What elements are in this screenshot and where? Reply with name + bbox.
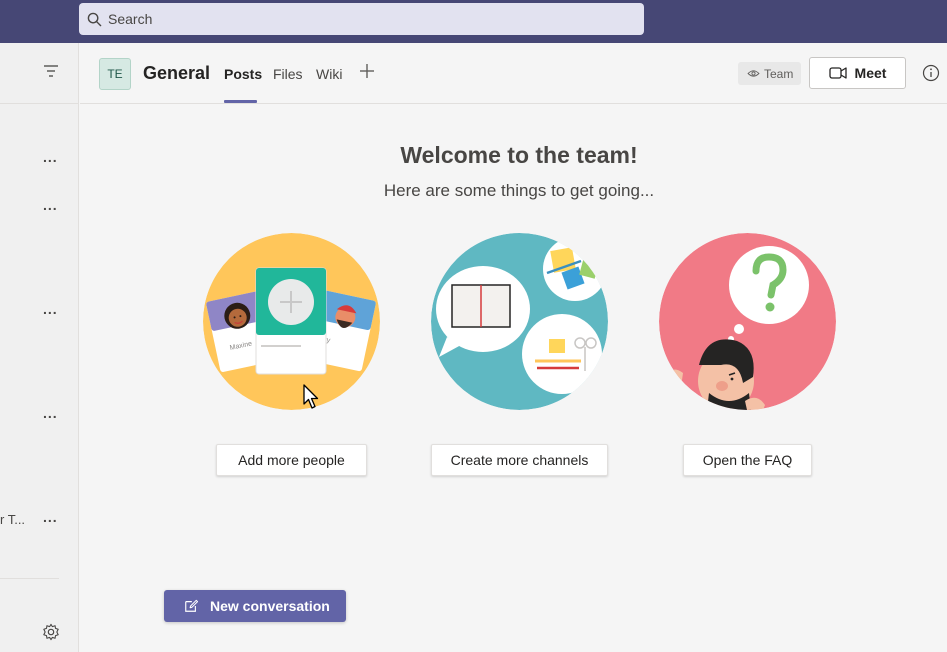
faq-illustration [659, 233, 836, 410]
compose-icon [185, 599, 198, 612]
info-icon[interactable] [922, 64, 940, 82]
welcome-title: Welcome to the team! [400, 142, 638, 168]
welcome-subtitle: Here are some things to get going... [383, 181, 655, 200]
more-options-icon[interactable]: ... [43, 197, 58, 213]
meet-button[interactable]: Meet [809, 57, 906, 89]
team-list-panel: ... ... ... ... r T... ... [0, 43, 79, 652]
more-options-icon[interactable]: ... [43, 509, 58, 525]
video-icon [828, 67, 847, 79]
more-options-icon[interactable]: ... [43, 301, 58, 317]
more-options-icon[interactable]: ... [43, 405, 58, 421]
create-more-channels-button[interactable]: Create more channels [431, 444, 608, 476]
eye-icon [747, 70, 760, 77]
divider [0, 578, 59, 579]
mouse-cursor-icon [303, 384, 319, 409]
plus-icon [360, 64, 374, 78]
team-visibility-badge[interactable]: Team [738, 62, 801, 85]
add-tab-icon[interactable] [359, 63, 375, 83]
top-bar [0, 0, 947, 43]
more-options-icon[interactable]: ... [43, 149, 58, 165]
create-channels-illustration [431, 233, 608, 410]
add-more-people-button[interactable]: Add more people [216, 444, 367, 476]
active-tab-indicator [224, 100, 257, 103]
tab-posts[interactable]: Posts [224, 66, 262, 82]
search-box[interactable] [79, 3, 644, 35]
new-conversation-label: New conversation [210, 598, 330, 614]
tab-files[interactable]: Files [273, 66, 303, 82]
divider [0, 103, 79, 104]
search-icon [87, 12, 102, 26]
channel-item-label[interactable]: r T... [0, 512, 25, 527]
search-input[interactable] [108, 11, 608, 27]
channel-name: General [143, 63, 211, 83]
meet-button-label: Meet [854, 65, 887, 81]
open-faq-button[interactable]: Open the FAQ [683, 444, 812, 476]
team-badge-label: Team [764, 66, 794, 81]
channel-header: TE General Posts Files Wiki Team Meet [80, 43, 947, 104]
tab-wiki[interactable]: Wiki [316, 66, 342, 82]
team-avatar: TE [99, 58, 131, 90]
gear-icon[interactable] [42, 623, 60, 641]
add-people-illustration: Maxine ky [203, 233, 380, 410]
new-conversation-button[interactable]: New conversation [164, 590, 346, 622]
filter-icon[interactable] [43, 65, 59, 77]
